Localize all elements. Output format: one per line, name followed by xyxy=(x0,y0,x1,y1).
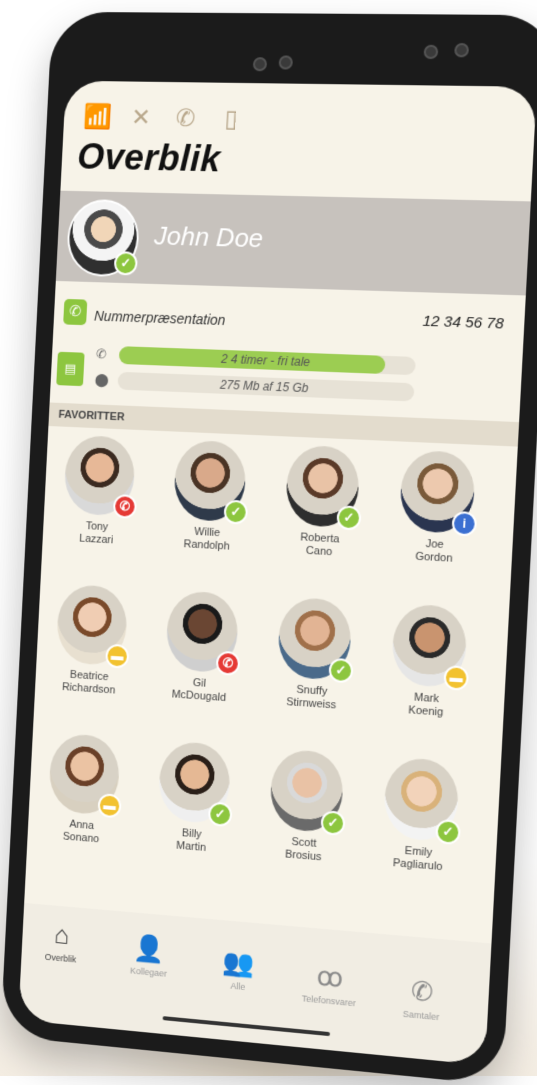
contact-name: Mark Koenig xyxy=(377,689,476,722)
tab-label: Kollegaer xyxy=(129,965,168,979)
contact-name: Beatrice Richardson xyxy=(42,667,135,699)
contact-name: Billy Martin xyxy=(144,824,239,857)
status-away-icon: ▬ xyxy=(105,643,130,669)
user-name: John Doe xyxy=(153,220,264,254)
tab-telefonsvarer[interactable]: ꝏ Telefonsvarer xyxy=(294,959,366,1009)
app-screen: 📶 ✕ ✆ ▯ ⚙ Overblik ✓ John Doe ✆ Nummerpr… xyxy=(18,80,537,1066)
favorite-contact[interactable]: ✓ Willie Randolph xyxy=(159,439,259,555)
favorite-contact[interactable]: ✓ Emily Pagliarulo xyxy=(369,756,472,877)
talk-icon: ✆ xyxy=(95,346,107,362)
favorite-contact[interactable]: ✆ Tony Lazzari xyxy=(50,434,148,549)
voicemail-icon: ꝏ xyxy=(315,960,344,994)
avatar[interactable]: ✓ xyxy=(157,740,233,828)
avatar[interactable]: ✆ xyxy=(63,434,138,519)
contact-name: Willie Randolph xyxy=(159,524,254,555)
group-icon: 👥 xyxy=(222,946,256,979)
status-away-icon: ▬ xyxy=(97,793,122,819)
sensor-dot xyxy=(278,55,294,70)
data-usage-label: 275 Mb af 15 Gb xyxy=(219,377,309,396)
status-ok-icon: ✓ xyxy=(320,810,346,837)
avatar[interactable]: ▬ xyxy=(390,603,470,691)
favorite-contact[interactable]: ✓ Snuffy Stirnweiss xyxy=(263,596,364,714)
tab-label: Samtaler xyxy=(402,1008,440,1023)
no-mobile-icon[interactable]: ▯ xyxy=(224,105,238,134)
status-ok-icon: ✓ xyxy=(207,801,233,828)
favorite-contact[interactable]: i Joe Gordon xyxy=(385,449,489,567)
contact-name: Tony Lazzari xyxy=(50,518,143,548)
status-ok-icon: ✓ xyxy=(328,657,354,684)
user-profile-band[interactable]: ✓ John Doe xyxy=(55,190,531,296)
favorite-contact[interactable]: ▬ Anna Sonano xyxy=(35,732,132,849)
call-settings-icon[interactable]: ✆ xyxy=(175,104,196,133)
avatar[interactable]: ▬ xyxy=(47,732,122,819)
status-busy-icon: ✆ xyxy=(215,650,241,676)
contact-name: Roberta Cano xyxy=(271,530,368,561)
data-usage-bar: 275 Mb af 15 Gb xyxy=(117,371,415,402)
status-busy-icon: ✆ xyxy=(112,494,138,519)
front-camera xyxy=(423,44,439,60)
favorites-grid: ✆ Tony Lazzari ✓ Willie Randolph ✓ Roberta Cano i… xyxy=(23,434,517,964)
tab-kollegaer[interactable]: 👤 Kollegaer xyxy=(114,931,184,981)
status-ok-icon: ✓ xyxy=(435,818,461,846)
tab-samtaler[interactable]: ✆ Samtaler xyxy=(385,973,458,1024)
tab-label: Telefonsvarer xyxy=(301,993,357,1009)
number-presentation-label: Nummerpræsentation xyxy=(93,307,226,329)
tab-alle[interactable]: 👥 Alle xyxy=(203,945,274,995)
tab-label: Overblik xyxy=(44,951,77,965)
phone-id-icon: ✆ xyxy=(63,298,88,326)
favorite-contact[interactable]: ▬ Beatrice Richardson xyxy=(42,583,140,699)
favorite-contact[interactable]: ✓ Scott Brosius xyxy=(255,747,356,866)
avatar[interactable]: i xyxy=(398,449,478,537)
home-icon: ⌂ xyxy=(53,919,70,951)
avatar[interactable]: ✓ xyxy=(382,756,461,846)
sim-card-icon: ▤ xyxy=(56,351,85,387)
no-forward-icon[interactable]: ✕ xyxy=(131,103,152,132)
talk-usage-bar: 2 4 timer - fri tale xyxy=(118,346,416,376)
favorite-contact[interactable]: ▬ Mark Koenig xyxy=(377,602,481,721)
favorite-contact[interactable]: ✓ Billy Martin xyxy=(144,739,243,857)
avatar[interactable]: ✆ xyxy=(165,590,241,676)
contact-name: Gil McDougald xyxy=(152,674,247,706)
sensor-dot xyxy=(252,57,268,72)
phone-device: 📶 ✕ ✆ ▯ ⚙ Overblik ✓ John Doe ✆ Nummerpr… xyxy=(0,11,537,1085)
contact-name: Joe Gordon xyxy=(385,536,484,568)
contact-name: Scott Brosius xyxy=(255,833,352,867)
avatar[interactable]: ✓ xyxy=(65,198,141,278)
status-ok-icon: ✓ xyxy=(223,499,249,525)
number-presentation-value: 12 34 56 78 xyxy=(422,312,505,333)
avatar[interactable]: ✓ xyxy=(268,748,346,837)
contact-name: Anna Sonano xyxy=(35,816,128,849)
contact-name: Snuffy Stirnweiss xyxy=(263,682,360,714)
tab-overblik[interactable]: ⌂ Overblik xyxy=(27,917,96,966)
status-away-icon: ▬ xyxy=(443,664,470,691)
sensor-dot xyxy=(454,43,470,58)
avatar[interactable]: ✓ xyxy=(276,596,354,684)
signal-icon: 📶 xyxy=(82,103,113,131)
data-icon: ⬤ xyxy=(94,371,110,388)
contact-name: Emily Pagliarulo xyxy=(369,842,468,876)
tab-label: Alle xyxy=(230,980,246,993)
status-ok-icon: ✓ xyxy=(336,505,362,531)
avatar[interactable]: ✓ xyxy=(284,444,362,531)
phone-icon: ✆ xyxy=(410,975,435,1008)
avatar[interactable]: ✓ xyxy=(172,439,249,525)
status-ok-icon: ✓ xyxy=(113,251,138,276)
page-title: Overblik xyxy=(76,135,222,180)
favorite-contact[interactable]: ✆ Gil McDougald xyxy=(152,589,251,706)
status-info-icon: i xyxy=(451,510,478,537)
person-icon: 👤 xyxy=(133,932,167,965)
avatar[interactable]: ▬ xyxy=(55,583,130,669)
favorite-contact[interactable]: ✓ Roberta Cano xyxy=(271,444,373,561)
